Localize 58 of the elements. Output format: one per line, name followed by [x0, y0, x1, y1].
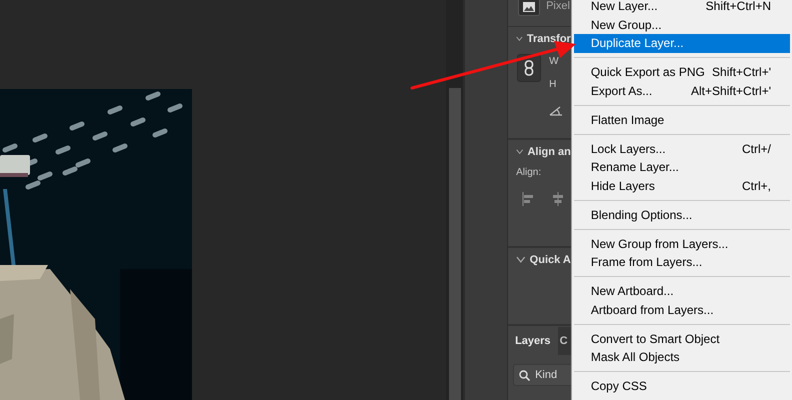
- menu-item[interactable]: Mask All Objects: [574, 348, 790, 366]
- section-title: Quick A: [530, 254, 571, 266]
- align-label: Align:: [516, 167, 542, 178]
- menu-item[interactable]: Copy CSS: [574, 377, 790, 396]
- menu-item[interactable]: New Group...: [574, 16, 790, 34]
- shortcut-label: Ctrl+/: [742, 142, 772, 156]
- panel-tab[interactable]: Layers: [508, 327, 558, 355]
- menu-item-label: Rename Layer...: [590, 160, 679, 174]
- field-label: H: [549, 79, 558, 90]
- menu-item-label: Lock Layers...: [590, 142, 666, 156]
- link-button[interactable]: [517, 54, 542, 82]
- menu-item-label: Quick Export as PNG: [590, 65, 705, 80]
- align-left-icon[interactable]: [522, 192, 534, 206]
- menu-item-label: Duplicate Layer...: [590, 36, 684, 50]
- align-center-icon[interactable]: [552, 192, 564, 206]
- chain-icon: [524, 60, 534, 76]
- section-title: Align an: [527, 146, 571, 158]
- menu-item-label: Copy CSS: [590, 379, 647, 394]
- menu-item-label: New Artboard...: [590, 284, 674, 298]
- menu-item-label: Export As...: [590, 84, 652, 98]
- menu-item[interactable]: Rename Layer...: [574, 158, 790, 176]
- menu-item-label: New Group from Layers...: [590, 236, 728, 251]
- menu-item-label: Blending Options...: [590, 208, 692, 222]
- menu-item-label: Frame from Layers...: [590, 255, 702, 270]
- menu-item[interactable]: Flatten Image: [574, 110, 790, 129]
- panel-tab[interactable]: C: [558, 327, 569, 355]
- menu-item[interactable]: New Group from Layers...: [574, 234, 790, 253]
- menu-item-label: Mask All Objects: [590, 350, 680, 364]
- angle-icon: [549, 106, 564, 116]
- shortcut-label: Shift+Ctrl+N: [706, 0, 772, 14]
- menu-item-label: Convert to Smart Object: [590, 332, 720, 346]
- menu-item[interactable]: New Layer... Shift+Ctrl+N: [574, 0, 790, 16]
- menu-item[interactable]: Duplicate Layer...: [574, 34, 790, 52]
- menu-item-label: New Layer...: [590, 0, 658, 14]
- shortcut-label: Alt+Shift+Ctrl+': [691, 84, 772, 98]
- chevron-icon[interactable]: [516, 148, 524, 156]
- menu-item-label: New Group...: [590, 18, 662, 32]
- menu-item[interactable]: Convert to Smart Object: [574, 330, 790, 348]
- field-label: W: [549, 56, 559, 67]
- scrollbar-thumb[interactable]: [449, 88, 462, 400]
- menu-item[interactable]: Quick Export as PNG Shift+Ctrl+': [574, 63, 790, 82]
- menu-item-label: Artboard from Layers...: [590, 302, 714, 317]
- shortcut-label: Ctrl+,: [742, 178, 772, 193]
- menu-item[interactable]: New Artboard...: [574, 282, 790, 300]
- menu-item-label: Hide Layers: [590, 178, 655, 193]
- search-field[interactable]: Kind: [513, 364, 571, 386]
- menu-item[interactable]: Lock Layers... Ctrl+/: [574, 140, 790, 158]
- chevron-icon[interactable]: [516, 256, 526, 264]
- layer-type-label: Pixel: [546, 0, 570, 12]
- shortcut-label: Shift+Ctrl+': [712, 65, 772, 80]
- menu-item[interactable]: Hide Layers Ctrl+,: [574, 176, 790, 195]
- menu-item[interactable]: Artboard from Layers...: [574, 300, 790, 319]
- menu-item-label: Flatten Image: [590, 112, 664, 127]
- menu-item[interactable]: Blending Options...: [574, 206, 790, 224]
- section-title: Transfor: [526, 33, 571, 45]
- menu-item[interactable]: Frame from Layers...: [574, 253, 790, 272]
- chevron-icon[interactable]: [516, 35, 523, 43]
- menu-item[interactable]: Export As... Alt+Shift+Ctrl+': [574, 82, 790, 100]
